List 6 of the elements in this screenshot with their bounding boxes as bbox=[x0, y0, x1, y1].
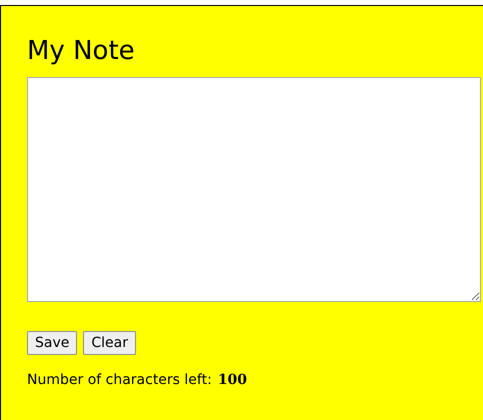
page-title: My Note bbox=[27, 35, 136, 67]
character-count: 100 bbox=[218, 372, 248, 388]
counter-label: Number of characters left: bbox=[27, 372, 212, 388]
clear-button[interactable]: Clear bbox=[83, 331, 136, 355]
note-text-area[interactable] bbox=[27, 77, 481, 302]
save-button[interactable]: Save bbox=[27, 331, 78, 355]
